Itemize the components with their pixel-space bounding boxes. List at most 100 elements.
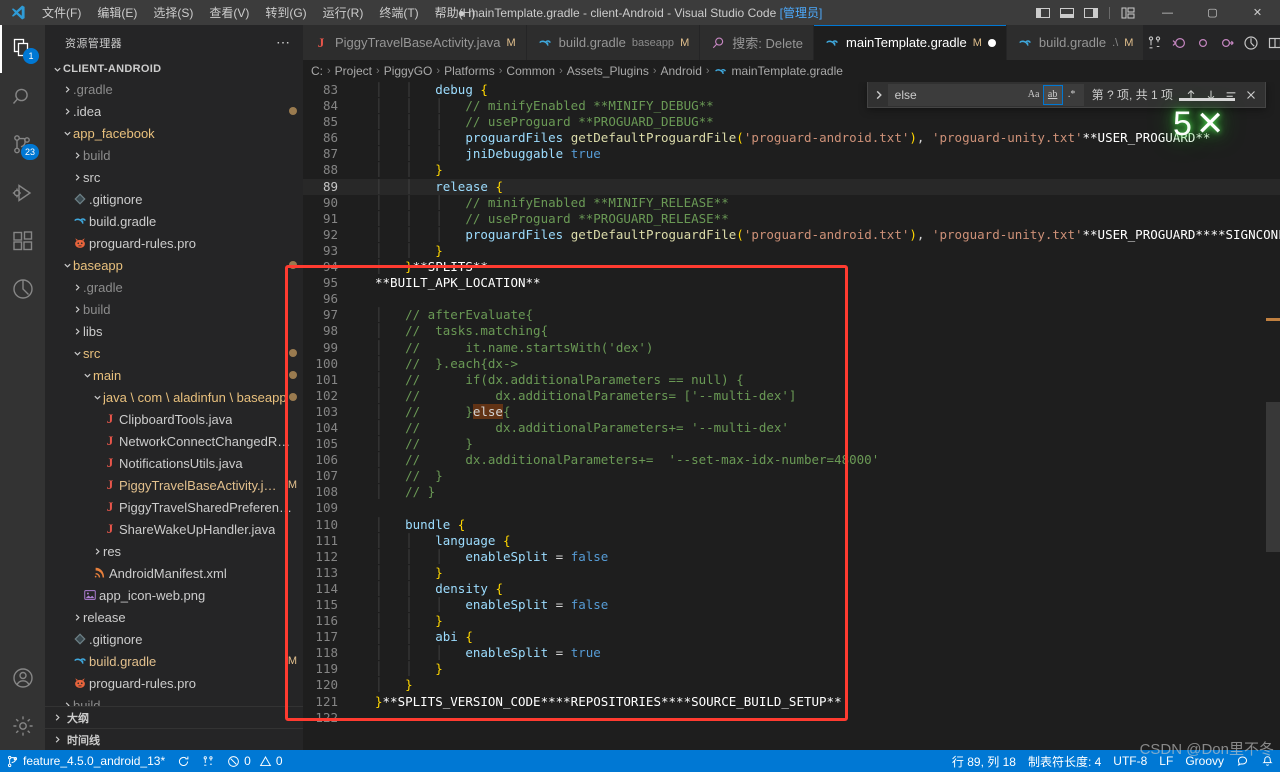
match-case-icon[interactable]: Aa <box>1025 86 1043 104</box>
revert-icon[interactable] <box>1168 29 1190 57</box>
status-watch[interactable] <box>196 750 221 772</box>
code-line[interactable]: 106 │ // dx.additionalParameters+= '--set… <box>303 452 1280 468</box>
code-line[interactable]: 95 **BUILT_APK_LOCATION** <box>303 275 1280 291</box>
status-cursor-position[interactable]: 行 89, 列 18 <box>946 753 1022 770</box>
menu-bar[interactable]: 文件(F) 编辑(E) 选择(S) 查看(V) 转到(G) 运行(R) 终端(T… <box>34 0 483 25</box>
code-line[interactable]: 99 │ // it.name.startsWith('dex') <box>303 340 1280 356</box>
find-in-selection-icon[interactable] <box>1221 84 1241 106</box>
activitybar-item-settings[interactable] <box>0 702 45 750</box>
breadcrumb-item[interactable]: Platforms <box>444 64 495 78</box>
code-line[interactable]: 121}**SPLITS_VERSION_CODE****REPOSITORIE… <box>303 694 1280 710</box>
editor-tab[interactable]: mainTemplate.gradle M <box>814 25 1007 60</box>
find-next-icon[interactable] <box>1201 84 1221 106</box>
tree-file-row[interactable]: J NotificationsUtils.java <box>45 452 303 474</box>
code-line[interactable]: 102 │ // dx.additionalParameters= ['--mul… <box>303 388 1280 404</box>
menu-go[interactable]: 转到(G) <box>257 0 314 25</box>
status-indentation[interactable]: 制表符长度: 4 <box>1022 753 1107 770</box>
code-line[interactable]: 113 │ │ } <box>303 565 1280 581</box>
timeline-panel-header[interactable]: 时间线 <box>45 728 303 750</box>
file-tree[interactable]: .gradle .idea app_facebook build src .gitigno… <box>45 78 303 706</box>
breadcrumb-item[interactable]: Android <box>661 64 702 78</box>
code-line[interactable]: 103 │ // }else{ <box>303 403 1280 420</box>
code-line[interactable]: 111 │ │ language { <box>303 533 1280 549</box>
code-line[interactable]: 110 │ bundle { <box>303 517 1280 533</box>
code-line[interactable]: 120 │ } <box>303 677 1280 693</box>
breadcrumb-item[interactable]: C: <box>311 64 323 78</box>
run-gradle-task-icon[interactable] <box>1144 29 1166 57</box>
tree-file-row[interactable]: app_icon-web.png <box>45 584 303 606</box>
tree-folder-row[interactable]: java \ com \ aladinfun \ baseapp <box>45 386 303 408</box>
tree-file-row[interactable]: J NetworkConnectChangedReceiver.java <box>45 430 303 452</box>
toggle-primary-sidebar-icon[interactable] <box>1032 0 1054 25</box>
tree-folder-row[interactable]: .gradle <box>45 78 303 100</box>
toggle-replace-icon[interactable] <box>870 82 888 108</box>
tree-folder-row[interactable]: baseapp <box>45 254 303 276</box>
menu-edit[interactable]: 编辑(E) <box>89 0 145 25</box>
tree-folder-row[interactable]: src <box>45 342 303 364</box>
code-line[interactable]: 92 │ │ │ proguardFiles getDefaultProguard… <box>303 227 1280 243</box>
editor-tab[interactable]: J PiggyTravelBaseActivity.java M <box>303 25 527 60</box>
editor-vertical-scrollbar[interactable] <box>1266 82 1280 750</box>
code-line[interactable]: 88 │ │ } <box>303 162 1280 178</box>
breadcrumb[interactable]: C: › Project › PiggyGO › Platforms › Common › Asse… <box>303 60 1280 82</box>
editor-tab[interactable]: 搜索: Delete <box>700 25 815 60</box>
status-encoding[interactable]: UTF-8 <box>1107 754 1153 768</box>
editor-tab[interactable]: build.gradle .\ M <box>1006 25 1145 60</box>
minimize-button[interactable]: — <box>1145 0 1190 25</box>
code-line[interactable]: 87 │ │ │ jniDebuggable true <box>303 146 1280 162</box>
activitybar-item-account[interactable] <box>0 654 45 702</box>
tree-file-row[interactable]: proguard-rules.pro <box>45 232 303 254</box>
code-line[interactable]: 118 │ │ │ enableSplit = true <box>303 645 1280 661</box>
tab-dirty-dot[interactable] <box>987 38 996 47</box>
activitybar-item-explorer[interactable]: 1 <box>0 25 45 73</box>
explorer-root-row[interactable]: CLIENT-ANDROID <box>45 60 303 78</box>
tree-file-row[interactable]: .gitignore <box>45 628 303 650</box>
code-line[interactable]: 112 │ │ │ enableSplit = false <box>303 549 1280 565</box>
activitybar-item-extensions[interactable] <box>0 217 45 265</box>
tree-file-row[interactable]: .gitignore <box>45 188 303 210</box>
find-input-box[interactable]: Aa ab .* <box>887 83 1084 106</box>
code-line[interactable]: 86 │ │ │ proguardFiles getDefaultProguard… <box>303 130 1280 146</box>
tree-folder-row[interactable]: build <box>45 298 303 320</box>
previous-change-icon[interactable] <box>1192 29 1214 57</box>
activitybar-item-search[interactable] <box>0 73 45 121</box>
toggle-panel-icon[interactable] <box>1056 0 1078 25</box>
whole-word-icon[interactable]: ab <box>1042 84 1063 105</box>
status-eol[interactable]: LF <box>1153 754 1179 768</box>
menu-selection[interactable]: 选择(S) <box>145 0 201 25</box>
customize-layout-icon[interactable] <box>1117 0 1139 25</box>
tree-folder-row[interactable]: build <box>45 144 303 166</box>
code-lines[interactable]: 83 │ │ debug {84 │ │ │ // minifyEnabled **… <box>303 82 1280 750</box>
status-sync[interactable] <box>171 750 196 772</box>
activitybar-item-testing[interactable] <box>0 265 45 313</box>
code-line[interactable]: 98 │ // tasks.matching{ <box>303 323 1280 339</box>
find-previous-icon[interactable] <box>1181 84 1201 106</box>
code-line[interactable]: 93 │ │ } <box>303 243 1280 259</box>
tree-folder-row[interactable]: build <box>45 694 303 706</box>
outline-panel-header[interactable]: 大纲 <box>45 706 303 728</box>
code-editor[interactable]: 83 │ │ debug {84 │ │ │ // minifyEnabled **… <box>303 82 1280 750</box>
code-line[interactable]: 100 │ // }.each{dx-> <box>303 356 1280 372</box>
run-icon[interactable] <box>1240 29 1262 57</box>
find-input[interactable] <box>894 87 1025 102</box>
code-line[interactable]: 90 │ │ │ // minifyEnabled **MINIFY_RELEAS… <box>303 195 1280 211</box>
status-feedback-icon[interactable] <box>1230 755 1255 768</box>
editor-tabs[interactable]: J PiggyTravelBaseActivity.java M build.grad… <box>303 25 1280 60</box>
breadcrumb-item[interactable]: PiggyGO <box>384 64 433 78</box>
menu-view[interactable]: 查看(V) <box>201 0 257 25</box>
code-line[interactable]: 97 │ // afterEvaluate{ <box>303 307 1280 323</box>
code-line[interactable]: 117 │ │ abi { <box>303 629 1280 645</box>
tree-folder-row[interactable]: src <box>45 166 303 188</box>
menu-file[interactable]: 文件(F) <box>34 0 89 25</box>
code-line[interactable]: 94 │ }**SPLITS** <box>303 259 1280 275</box>
status-problems[interactable]: 0 0 <box>221 750 288 772</box>
breadcrumb-item[interactable]: Common <box>506 64 555 78</box>
breadcrumb-item[interactable]: Assets_Plugins <box>567 64 649 78</box>
sidebar-more-actions-icon[interactable]: ⋯ <box>276 34 295 51</box>
tree-file-row[interactable]: J ClipboardTools.java <box>45 408 303 430</box>
status-notifications-bell-icon[interactable] <box>1255 755 1280 768</box>
code-line[interactable]: 104 │ // dx.additionalParameters+= '--mul… <box>303 420 1280 436</box>
tree-file-row[interactable]: J ShareWakeUpHandler.java <box>45 518 303 540</box>
tree-file-row[interactable]: AndroidManifest.xml <box>45 562 303 584</box>
tree-folder-row[interactable]: app_facebook <box>45 122 303 144</box>
